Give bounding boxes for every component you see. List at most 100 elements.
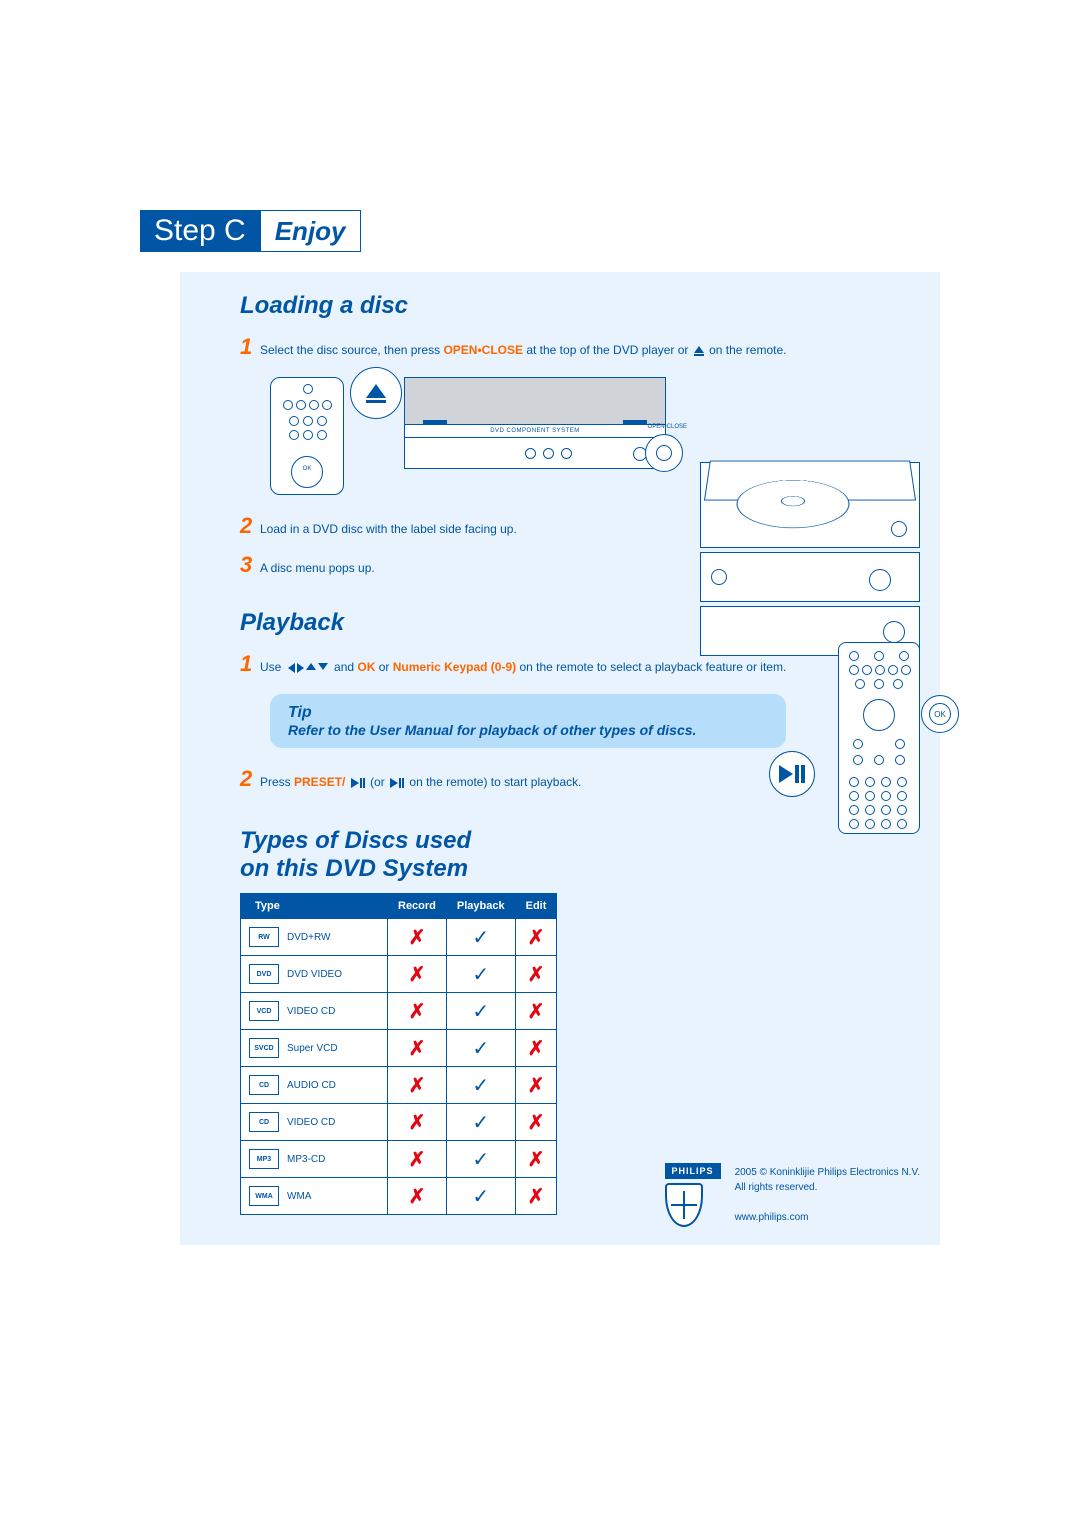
footer: PHILIPS 2005 © Koninklijie Philips Elect… — [665, 1163, 920, 1227]
check-icon: ✓ — [472, 964, 489, 986]
cell-type: VCDVIDEO CD — [241, 993, 388, 1030]
cell-record: ✗ — [388, 1141, 447, 1178]
check-icon: ✓ — [472, 1149, 489, 1171]
table-row: VCDVIDEO CD ✗ ✓ ✗ — [241, 993, 557, 1030]
x-icon: ✗ — [528, 1186, 545, 1208]
text: at the top of the DVD player or — [526, 343, 691, 357]
play-pause-icon — [390, 778, 404, 788]
ok-text: OK — [929, 703, 951, 725]
brand-block: PHILIPS — [665, 1163, 721, 1227]
disc-logo-icon: DVD — [249, 964, 279, 984]
table-row: SVCDSuper VCD✗✓✗ — [241, 1030, 557, 1067]
cell-playback: ✓ — [446, 1141, 515, 1178]
text: Select the disc source, then press — [260, 343, 443, 357]
cell-record: ✗ — [388, 956, 447, 993]
cell-edit: ✗ — [515, 1067, 557, 1104]
remote-large-illustration: OK — [838, 642, 920, 834]
philips-shield-icon — [665, 1183, 703, 1227]
x-icon: ✗ — [409, 1075, 426, 1097]
cell-type: WMAWMA — [241, 1178, 388, 1215]
ok-callout-icon: OK — [921, 695, 959, 733]
table-header-row: Type Record Playback Edit — [241, 894, 557, 919]
preset-label: PRESET/ — [294, 775, 345, 789]
disc-logo-icon: CD — [249, 1112, 279, 1132]
play-pause-icon — [351, 778, 365, 788]
rights: All rights reserved. — [735, 1180, 920, 1195]
footer-link[interactable]: www.philips.com — [735, 1212, 809, 1223]
check-icon: ✓ — [472, 927, 489, 949]
philips-logo: PHILIPS — [665, 1163, 721, 1179]
text: on the remote. — [709, 343, 786, 357]
dvd-component-label: DVD COMPONENT SYSTEM — [405, 428, 665, 434]
disc-type-label: DVD+RW — [287, 932, 330, 943]
table-row: RW DVD+RW ✗ ✓ ✗ — [241, 919, 557, 956]
playback-step-2: 2 Press PRESET/ (or on the remote) to st… — [240, 762, 920, 795]
x-icon: ✗ — [409, 927, 426, 949]
cell-playback: ✓ — [446, 1030, 515, 1067]
open-close-callout-icon — [645, 434, 683, 472]
x-icon: ✗ — [409, 1186, 426, 1208]
disc-logo-icon: SVCD — [249, 1038, 279, 1058]
cell-type: CD VIDEO CD — [241, 1104, 388, 1141]
cell-record: ✗ — [388, 993, 447, 1030]
tip-text: Refer to the User Manual for playback of… — [288, 722, 768, 738]
table-row: WMAWMA ✗ ✓ ✗ — [241, 1178, 557, 1215]
step-number: 3 — [240, 548, 260, 581]
page: Step C Enjoy Loading a disc 1 Select the… — [0, 0, 1080, 1305]
x-icon: ✗ — [528, 1149, 545, 1171]
cell-edit: ✗ — [515, 1141, 557, 1178]
table-row: CDAUDIO CD✗✓✗ — [241, 1067, 557, 1104]
component-box-icon — [700, 552, 920, 602]
text: (or — [370, 775, 388, 789]
text: on the remote) to start playback. — [409, 775, 581, 789]
footer-text: 2005 © Koninklijie Philips Electronics N… — [735, 1165, 920, 1225]
disc-tray-open-icon — [700, 462, 920, 548]
col-edit: Edit — [515, 894, 557, 919]
cell-record: ✗ — [388, 1067, 447, 1104]
text: Types of Discs used — [240, 827, 471, 854]
cell-playback: ✓ — [446, 1067, 515, 1104]
x-icon: ✗ — [409, 1001, 426, 1023]
x-icon: ✗ — [409, 1112, 426, 1134]
cell-type: MP3MP3-CD — [241, 1141, 388, 1178]
section-title-loading: Loading a disc — [240, 292, 920, 320]
disc-type-label: MP3-CD — [287, 1154, 325, 1165]
disc-logo-icon: CD — [249, 1075, 279, 1095]
table-row: MP3MP3-CD ✗ ✓ ✗ — [241, 1141, 557, 1178]
cell-edit: ✗ — [515, 919, 557, 956]
cell-type: RW DVD+RW — [241, 919, 388, 956]
table-row: CDVIDEO CD✗✓✗ — [241, 1104, 557, 1141]
step-text: Load in a DVD disc with the label side f… — [260, 520, 517, 538]
check-icon: ✓ — [472, 1112, 489, 1134]
cell-record: ✗ — [388, 919, 447, 956]
text: or — [379, 660, 393, 674]
cell-playback: ✓ — [446, 919, 515, 956]
cell-edit: ✗ — [515, 993, 557, 1030]
x-icon: ✗ — [409, 1149, 426, 1171]
loading-step-1: 1 Select the disc source, then press OPE… — [240, 330, 920, 363]
cmd-open-close: OPEN•CLOSE — [443, 343, 523, 357]
disc-type-label: WMA — [287, 1191, 311, 1202]
disc-types-table: Type Record Playback Edit RWDVD+RW✗✓✗DVD… — [240, 893, 557, 1215]
x-icon: ✗ — [528, 1038, 545, 1060]
text: Use — [260, 660, 285, 674]
remote-eject-illustration: OK — [270, 377, 344, 495]
dvd-player-icon: DVD COMPONENT SYSTEM OPEN•CLOSE — [404, 377, 666, 469]
text: and — [334, 660, 357, 674]
cell-edit: ✗ — [515, 956, 557, 993]
cell-edit: ✗ — [515, 1178, 557, 1215]
x-icon: ✗ — [528, 927, 545, 949]
step-number: 2 — [240, 762, 260, 795]
col-playback: Playback — [446, 894, 515, 919]
check-icon: ✓ — [472, 1001, 489, 1023]
eject-callout-icon — [350, 367, 402, 419]
table-row: DVDDVD VIDEO✗✓✗ — [241, 956, 557, 993]
step-number: 1 — [240, 647, 260, 680]
cell-type: CD AUDIO CD — [241, 1067, 388, 1104]
check-icon: ✓ — [472, 1186, 489, 1208]
content-box: Loading a disc 1 Select the disc source,… — [180, 272, 940, 1245]
disc-type-label: VIDEO CD — [287, 1117, 335, 1128]
disc-logo-icon: RW — [249, 927, 279, 947]
disc-type-label: VIDEO CD — [287, 1006, 335, 1017]
disc-type-label: AUDIO CD — [287, 1080, 336, 1091]
